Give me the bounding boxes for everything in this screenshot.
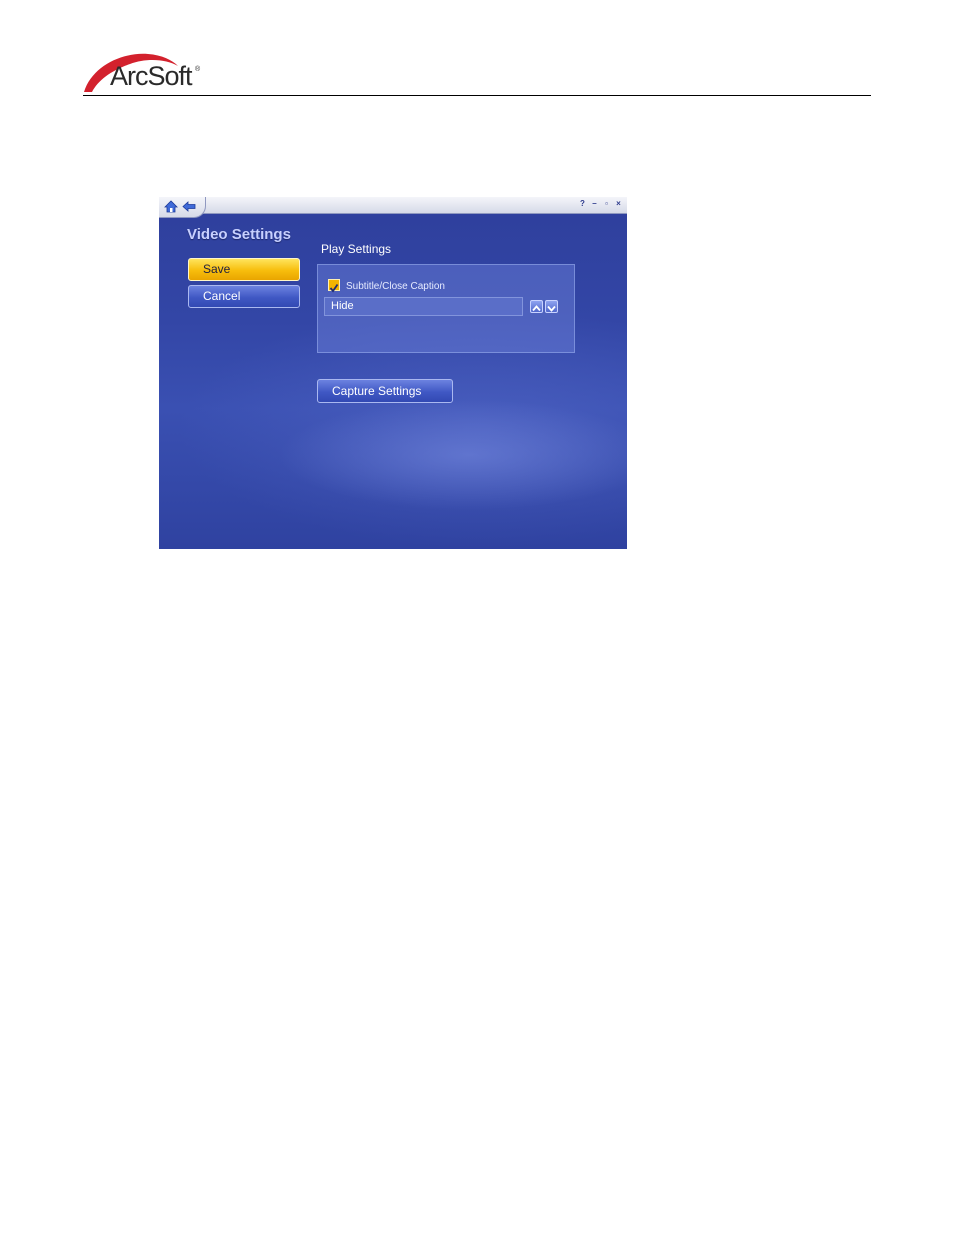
checkmark-icon [329, 283, 339, 293]
play-settings-title: Play Settings [321, 242, 392, 256]
app-window: ? – ▫ × Video Settings Save Cancel Play … [159, 197, 627, 549]
close-icon[interactable]: × [614, 199, 623, 208]
help-icon[interactable]: ? [578, 199, 587, 208]
spin-down-button[interactable] [545, 300, 558, 313]
save-button[interactable]: Save [188, 258, 300, 281]
subtitle-checkbox[interactable] [328, 279, 340, 293]
nav-tab [159, 197, 206, 218]
arcsoft-logo: ArcSoft ® [82, 52, 212, 94]
logo-registered-mark: ® [195, 66, 201, 73]
back-arrow-icon[interactable] [182, 200, 196, 213]
restore-icon[interactable]: ▫ [602, 199, 611, 208]
spin-up-button[interactable] [530, 300, 543, 313]
title-bar [159, 197, 627, 214]
chevron-down-icon [547, 305, 556, 312]
play-settings-panel: Subtitle/Close Caption Hide [317, 264, 575, 353]
minimize-icon[interactable]: – [590, 199, 599, 208]
chevron-up-icon [532, 305, 541, 312]
subtitle-value-field[interactable]: Hide [324, 297, 523, 316]
header-rule [83, 95, 871, 96]
cancel-button[interactable]: Cancel [188, 285, 300, 308]
capture-settings-button[interactable]: Capture Settings [317, 379, 453, 403]
home-icon[interactable] [164, 200, 178, 213]
window-controls: ? – ▫ × [578, 199, 623, 209]
logo-text: ArcSoft [110, 61, 193, 91]
page-title: Video Settings [187, 226, 291, 243]
subtitle-checkbox-label: Subtitle/Close Caption [346, 281, 445, 292]
